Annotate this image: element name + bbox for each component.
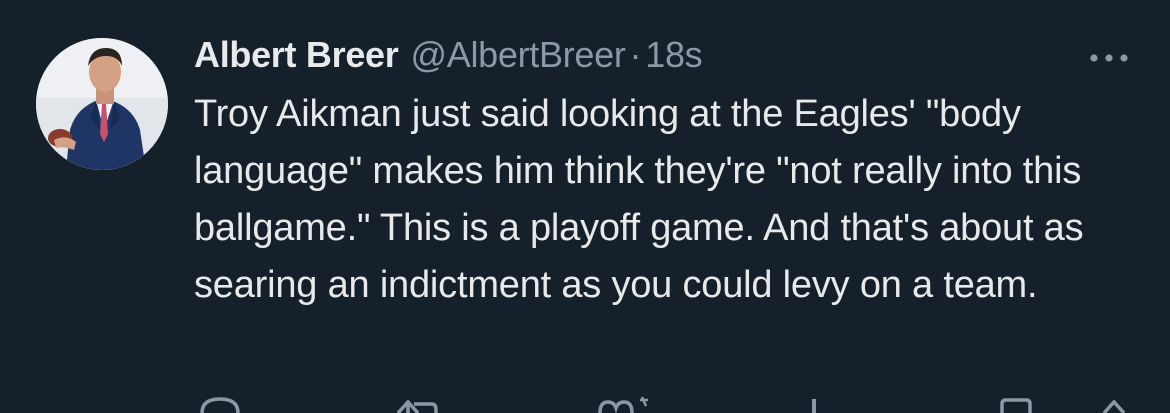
reply-icon[interactable]: [196, 396, 244, 413]
avatar[interactable]: [36, 38, 168, 170]
views-icon[interactable]: [800, 396, 830, 413]
tweet-content: Albert Breer @AlbertBreer · 18s Troy Aik…: [194, 34, 1134, 314]
tweet-header: Albert Breer @AlbertBreer · 18s: [194, 34, 1134, 86]
like-icon[interactable]: [596, 396, 656, 413]
bookmark-icon[interactable]: [996, 396, 1036, 413]
share-icon[interactable]: [1094, 396, 1134, 413]
author-handle[interactable]: @AlbertBreer: [410, 34, 625, 76]
author-name[interactable]: Albert Breer: [194, 34, 399, 76]
tweet-card[interactable]: Albert Breer @AlbertBreer · 18s Troy Aik…: [0, 0, 1170, 413]
tweet-text: Troy Aikman just said looking at the Eag…: [194, 93, 1084, 306]
separator-dot: ·: [629, 34, 642, 75]
more-options-icon[interactable]: [1086, 46, 1132, 70]
avatar-photo: [36, 38, 168, 170]
retweet-icon[interactable]: [394, 396, 442, 413]
timestamp[interactable]: 18s: [645, 34, 702, 76]
action-bar: [0, 396, 1170, 413]
